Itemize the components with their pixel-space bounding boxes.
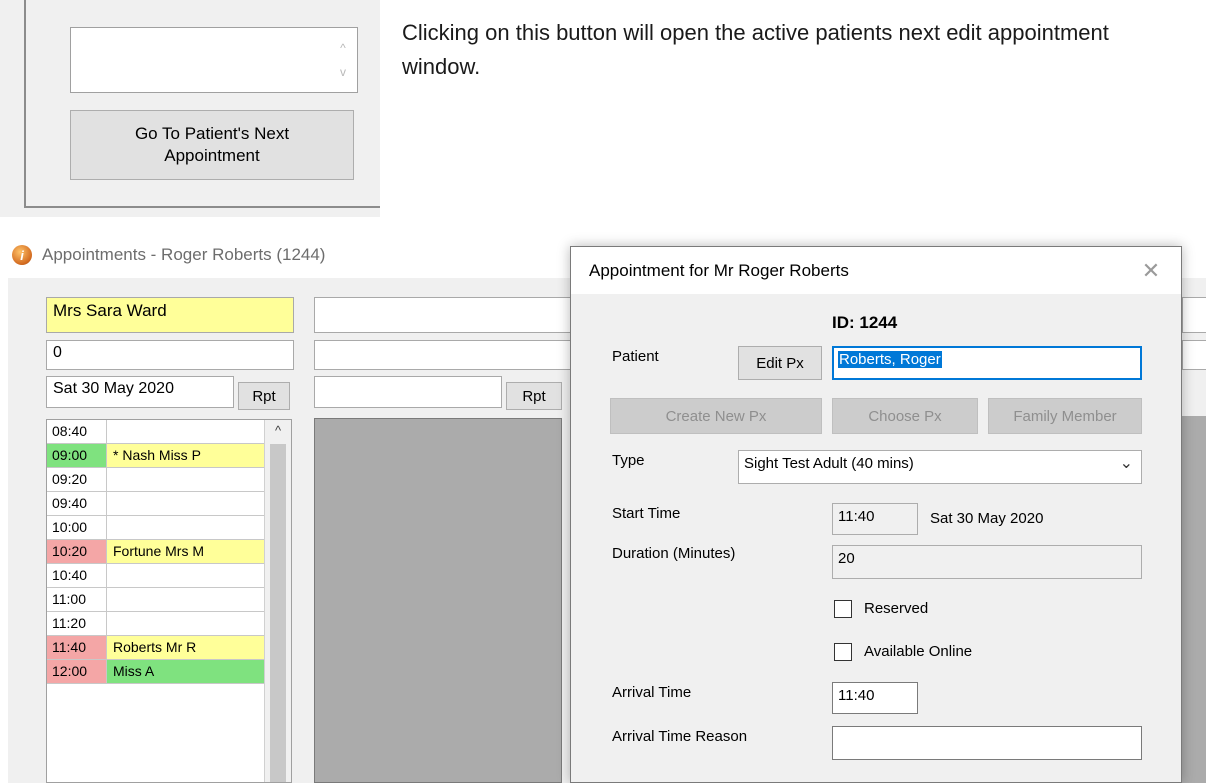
info-app-icon: i xyxy=(12,245,32,265)
schedule-row[interactable]: 11:00 xyxy=(47,588,265,612)
type-label: Type xyxy=(612,452,645,469)
schedule-patient-name xyxy=(107,588,265,611)
middle-schedule-empty xyxy=(314,418,562,783)
schedule-patient-name: Miss A xyxy=(107,660,265,683)
rpt-button-left[interactable]: Rpt xyxy=(238,382,290,410)
dialog-title: Appointment for Mr Roger Roberts xyxy=(589,260,849,280)
patient-name-input[interactable]: Roberts, Roger xyxy=(832,346,1142,380)
schedule-patient-name xyxy=(107,612,265,635)
scroll-up-icon[interactable]: ^ xyxy=(335,36,351,60)
type-select[interactable]: Sight Test Adult (40 mins) ⌄ xyxy=(738,450,1142,484)
schedule-time: 11:00 xyxy=(47,588,107,611)
schedule-row[interactable]: 10:00 xyxy=(47,516,265,540)
schedule-row[interactable]: 11:40 Roberts Mr R xyxy=(47,636,265,660)
available-online-label: Available Online xyxy=(864,643,973,660)
memo-scrollbar[interactable]: ^ v xyxy=(335,36,351,84)
schedule-time: 10:00 xyxy=(47,516,107,539)
chevron-down-icon[interactable]: ⌄ xyxy=(1120,453,1133,473)
right-field-1[interactable] xyxy=(1182,297,1206,333)
date-field[interactable]: Sat 30 May 2020 xyxy=(46,376,234,408)
schedule-time: 12:00 xyxy=(47,660,107,683)
dialog-titlebar: Appointment for Mr Roger Roberts xyxy=(570,246,1182,294)
arrival-reason-label: Arrival Time Reason xyxy=(612,728,748,745)
schedule-list[interactable]: 08:40 09:00 * Nash Miss P 09:20 09:40 10:00 10… xyxy=(46,419,292,783)
schedule-time: 10:20 xyxy=(47,540,107,563)
right-field-2[interactable] xyxy=(1182,340,1206,370)
schedule-time: 11:40 xyxy=(47,636,107,659)
schedule-row[interactable]: 10:20 Fortune Mrs M xyxy=(47,540,265,564)
schedule-patient-name xyxy=(107,492,265,515)
schedule-patient-name: Fortune Mrs M xyxy=(107,540,265,563)
schedule-time: 09:40 xyxy=(47,492,107,515)
right-schedule-empty xyxy=(1182,416,1206,783)
window-title: Appointments - Roger Roberts (1244) xyxy=(42,245,326,264)
schedule-patient-name: Roberts Mr R xyxy=(107,636,265,659)
duration-field[interactable]: 20 xyxy=(832,545,1142,579)
snippet-memo-box[interactable]: ^ v xyxy=(70,27,358,93)
window-titlebar: i Appointments - Roger Roberts (1244) xyxy=(12,240,325,270)
available-online-checkbox[interactable] xyxy=(834,643,852,661)
choose-px-button[interactable]: Choose Px xyxy=(832,398,978,434)
create-new-px-button[interactable]: Create New Px xyxy=(610,398,822,434)
help-explanation-text: Clicking on this button will open the ac… xyxy=(402,20,1109,79)
scrollbar-thumb[interactable] xyxy=(270,444,286,782)
edit-px-button[interactable]: Edit Px xyxy=(738,346,822,380)
schedule-row[interactable]: 08:40 xyxy=(47,420,265,444)
practitioner-field[interactable]: Mrs Sara Ward xyxy=(46,297,294,333)
duration-label: Duration (Minutes) xyxy=(612,545,736,562)
schedule-patient-name: * Nash Miss P xyxy=(107,444,265,467)
schedule-row[interactable]: 12:00 Miss A xyxy=(47,660,265,684)
reserved-label: Reserved xyxy=(864,600,929,617)
scroll-up-icon[interactable]: ^ xyxy=(265,420,291,442)
go-to-next-appointment-button[interactable]: Go To Patient's Next Appointment xyxy=(70,110,354,180)
schedule-patient-name xyxy=(107,420,265,443)
start-date-text: Sat 30 May 2020 xyxy=(930,510,1044,527)
schedule-row[interactable]: 09:20 xyxy=(47,468,265,492)
start-time-label: Start Time xyxy=(612,505,681,522)
schedule-row[interactable]: 09:40 xyxy=(47,492,265,516)
schedule-time: 09:20 xyxy=(47,468,107,491)
schedule-time: 08:40 xyxy=(47,420,107,443)
close-icon[interactable]: ✕ xyxy=(1136,258,1166,284)
schedule-row[interactable]: 09:00 * Nash Miss P xyxy=(47,444,265,468)
snippet-frame-left xyxy=(24,0,26,208)
schedule-row[interactable]: 11:20 xyxy=(47,612,265,636)
family-member-button[interactable]: Family Member xyxy=(988,398,1142,434)
count-field[interactable]: 0 xyxy=(46,340,294,370)
middle-practitioner-field[interactable] xyxy=(314,297,572,333)
schedule-patient-name xyxy=(107,564,265,587)
middle-date-field[interactable] xyxy=(314,376,502,408)
start-time-field: 11:40 xyxy=(832,503,918,535)
arrival-time-input[interactable]: 11:40 xyxy=(832,682,918,714)
middle-count-field[interactable] xyxy=(314,340,572,370)
schedule-time: 11:20 xyxy=(47,612,107,635)
schedule-time: 10:40 xyxy=(47,564,107,587)
patient-label: Patient xyxy=(612,348,659,365)
arrival-reason-input[interactable] xyxy=(832,726,1142,760)
reserved-checkbox[interactable] xyxy=(834,600,852,618)
type-value: Sight Test Adult (40 mins) xyxy=(744,455,914,472)
scroll-down-icon[interactable]: v xyxy=(335,60,351,84)
schedule-patient-name xyxy=(107,468,265,491)
patient-name-selection: Roberts, Roger xyxy=(838,351,942,368)
schedule-patient-name xyxy=(107,516,265,539)
schedule-row[interactable]: 10:40 xyxy=(47,564,265,588)
rpt-button-middle[interactable]: Rpt xyxy=(506,382,562,410)
patient-id-label: ID: 1244 xyxy=(832,313,898,332)
schedule-scrollbar[interactable]: ^ xyxy=(264,420,291,782)
arrival-time-label: Arrival Time xyxy=(612,684,692,701)
schedule-time: 09:00 xyxy=(47,444,107,467)
snippet-frame-bottom xyxy=(24,206,380,208)
